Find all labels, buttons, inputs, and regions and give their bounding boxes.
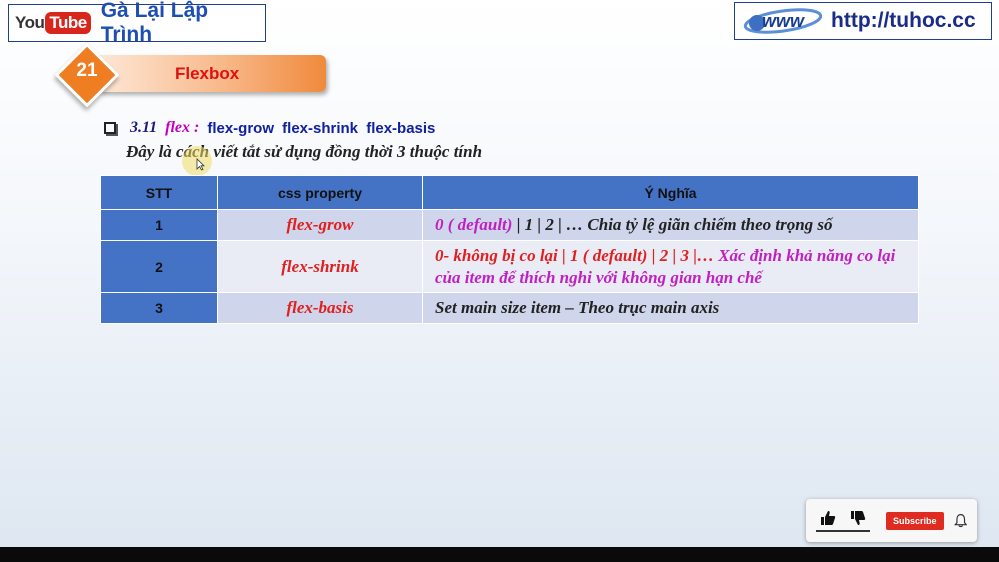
subscribe-button[interactable]: Subscribe — [886, 511, 944, 530]
section-number: 3.11 — [130, 119, 158, 136]
channel-name: Gà Lại Lập Trình — [100, 0, 209, 46]
row-description-rest: Set main size item – Theo trục main axis — [435, 298, 720, 317]
row-property: flex-grow — [217, 209, 423, 241]
header-stt: STT — [100, 175, 218, 210]
section-description: Đây là cách viết tắt sử dụng đồng thời 3… — [126, 142, 483, 161]
table-row: 1 flex-grow 0 ( default) | 1 | 2 | … Chi… — [100, 209, 919, 241]
row-description-highlight: 0 ( default) — [435, 215, 513, 234]
lesson-title: Flexbox — [175, 63, 240, 83]
row-description: 0 ( default) | 1 | 2 | … Chia tỷ lệ giãn… — [422, 209, 919, 241]
table-row: 2 flex-shrink 0- không bị co lại | 1 ( d… — [100, 240, 919, 293]
youtube-logo-you: You — [15, 13, 45, 32]
www-logo: www — [741, 6, 825, 36]
like-subscribe-widget: Subscribe — [806, 499, 977, 542]
row-description: 0- không bị co lại | 1 ( default) | 2 | … — [422, 240, 919, 293]
lesson-number: 21 — [76, 60, 98, 81]
section-properties: flex-grow flex-shrink flex-basis — [207, 119, 436, 137]
row-description-rest: | 1 | 2 | … Chia tỷ lệ giãn chiếm theo t… — [512, 215, 833, 234]
site-banner: www http://tuhoc.cc — [734, 2, 992, 40]
table-row: 3 flex-basis Set main size item – Theo t… — [100, 292, 919, 324]
thumbs-up-icon[interactable] — [820, 510, 836, 526]
row-stt: 1 — [100, 209, 218, 241]
youtube-logo: You Tube — [15, 12, 91, 34]
checkbox-icon — [104, 122, 116, 134]
header-css-property: css property — [217, 175, 423, 210]
site-url: http://tuhoc.cc — [831, 9, 976, 32]
row-stt: 3 — [100, 292, 218, 324]
row-property: flex-shrink — [217, 240, 423, 293]
row-property: flex-basis — [217, 292, 423, 324]
section-heading: 3.11 flex : flex-grow flex-shrink flex-b… — [104, 119, 435, 137]
section-keyword: flex : — [165, 119, 200, 136]
properties-table: STT css property Ý Nghĩa 1 flex-grow 0 (… — [100, 175, 919, 324]
youtube-logo-tube: Tube — [45, 12, 91, 34]
header-meaning: Ý Nghĩa — [422, 175, 919, 210]
lesson-title-bar: Flexbox — [100, 55, 326, 92]
row-description-highlight: 0- không bị co lại | 1 ( default) | 2 | … — [435, 245, 714, 265]
table-header-row: STT css property Ý Nghĩa — [100, 175, 919, 210]
row-description: Set main size item – Theo trục main axis — [422, 292, 919, 324]
channel-banner: You Tube Gà Lại Lập Trình — [8, 0, 266, 46]
cursor-icon — [196, 158, 205, 171]
www-text: www — [761, 10, 804, 31]
row-stt: 2 — [100, 240, 218, 293]
bell-icon[interactable] — [953, 512, 967, 529]
thumbs-down-icon[interactable] — [850, 510, 866, 526]
video-bottom-bar — [0, 547, 999, 562]
like-dislike-group — [816, 510, 870, 532]
